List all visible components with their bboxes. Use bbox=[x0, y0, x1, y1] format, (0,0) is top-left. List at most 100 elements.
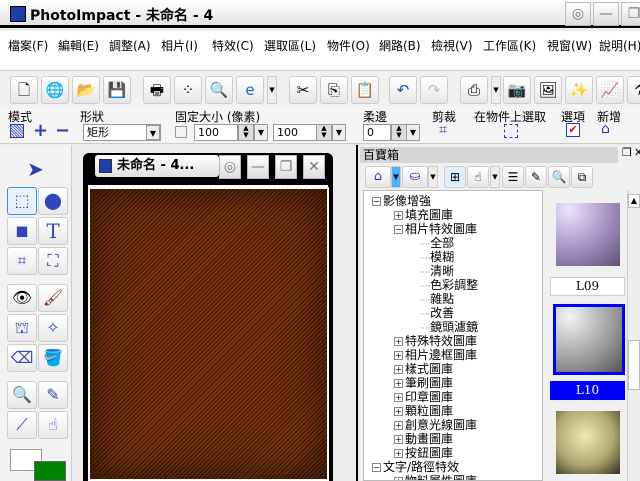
expand-icon[interactable]: + bbox=[394, 337, 403, 346]
print-icon[interactable]: 🖶 bbox=[143, 76, 171, 104]
window-icon[interactable]: ⧉ bbox=[571, 166, 593, 188]
gallery-icon[interactable]: ⌂ bbox=[365, 166, 391, 188]
expand-icon[interactable]: + bbox=[394, 477, 403, 480]
panel-close-icon[interactable]: ✕ bbox=[634, 146, 640, 159]
tree-item[interactable]: ····改善 bbox=[420, 306, 454, 320]
collapse-icon[interactable]: − bbox=[372, 197, 381, 206]
collapse-icon[interactable]: − bbox=[394, 225, 403, 234]
scanner-dropdown-icon[interactable]: ▼ bbox=[491, 76, 501, 104]
browser-dropdown-icon[interactable]: ▼ bbox=[267, 76, 277, 104]
mode-new-icon[interactable] bbox=[10, 124, 24, 138]
expand-icon[interactable]: + bbox=[394, 407, 403, 416]
width-input[interactable]: 100 bbox=[194, 124, 238, 141]
eyedropper-icon[interactable]: ✎ bbox=[38, 381, 68, 409]
thumbnail-l09[interactable] bbox=[556, 203, 620, 266]
tree-item[interactable]: + 動畫圖庫 bbox=[394, 432, 453, 446]
retouch-tool-icon[interactable]: ✧ bbox=[38, 314, 68, 342]
doc-minimize-button[interactable]: — bbox=[247, 155, 269, 179]
expand-icon[interactable]: + bbox=[394, 449, 403, 458]
width-dropdown[interactable]: ▼ bbox=[254, 124, 268, 141]
edit-gallery-icon[interactable]: ✎ bbox=[525, 166, 547, 188]
text-tool-icon[interactable]: T bbox=[38, 217, 68, 245]
doc-close-button[interactable]: ✕ bbox=[303, 155, 325, 179]
tree-item[interactable]: + 相片邊框圖庫 bbox=[394, 348, 477, 362]
fill-bucket-icon[interactable]: 🪣 bbox=[38, 344, 68, 372]
expand-icon[interactable]: + bbox=[394, 365, 403, 374]
eraser-tool-icon[interactable]: ⌫ bbox=[7, 344, 37, 372]
shape-tool-icon[interactable]: ◼ bbox=[7, 217, 37, 245]
doc-restore-button[interactable]: ❐ bbox=[275, 155, 297, 179]
properties-icon[interactable]: ☰ bbox=[502, 166, 524, 188]
tree-item[interactable]: + 顆粒圖庫 bbox=[394, 404, 453, 418]
height-dropdown[interactable]: ▼ bbox=[332, 124, 346, 141]
cut-icon[interactable]: ✂ bbox=[289, 76, 317, 104]
search-icon[interactable]: 🔍 bbox=[548, 166, 570, 188]
crop-icon[interactable]: ⌗ bbox=[439, 122, 447, 138]
expand-icon[interactable]: + bbox=[394, 351, 403, 360]
tree-item[interactable]: + 特殊特效圖庫 bbox=[394, 334, 477, 348]
scroll-up-icon[interactable]: ▲ bbox=[628, 194, 640, 208]
expand-icon[interactable]: + bbox=[394, 421, 403, 430]
new-web-icon[interactable]: 🌐 bbox=[41, 76, 69, 104]
zoom-tool-icon[interactable]: 🔍 bbox=[7, 381, 37, 409]
apply-hand-icon[interactable]: ☝ bbox=[467, 166, 489, 188]
menu-edit[interactable]: 編輯(E) bbox=[58, 37, 99, 54]
library-icon[interactable]: ⛀ bbox=[402, 166, 428, 188]
tree-item[interactable]: +物料屬性圖庫 bbox=[394, 474, 477, 480]
menu-file[interactable]: 檔案(F) bbox=[8, 37, 48, 54]
soft-edge-spinner[interactable]: ▲ ▼ bbox=[391, 124, 407, 141]
gallery-dropdown-icon[interactable]: ▼ bbox=[391, 166, 401, 188]
scroll-thumb[interactable] bbox=[628, 340, 640, 390]
redo-icon[interactable]: ↷ bbox=[420, 76, 448, 104]
tree-item[interactable]: ····雜點 bbox=[420, 292, 454, 306]
tree-item[interactable]: − 文字/路徑特效 bbox=[372, 460, 459, 474]
width-spinner[interactable]: ▲ ▼ bbox=[238, 124, 254, 141]
height-spinner[interactable]: ▲ ▼ bbox=[316, 124, 332, 141]
expand-icon[interactable]: + bbox=[394, 435, 403, 444]
menu-adjust[interactable]: 調整(A) bbox=[109, 37, 151, 54]
tree-item[interactable]: + 樣式圖庫 bbox=[394, 362, 453, 376]
library-dropdown-icon[interactable]: ▼ bbox=[428, 166, 438, 188]
soft-edge-input[interactable]: 0 bbox=[363, 124, 391, 141]
print-multiple-icon[interactable]: ⁘ bbox=[174, 76, 202, 104]
menu-workspace[interactable]: 工作區(K) bbox=[483, 37, 536, 54]
expand-icon[interactable]: + bbox=[394, 211, 403, 220]
image-magic-icon[interactable]: ✨ bbox=[565, 76, 593, 104]
chevron-down-icon[interactable]: ▼ bbox=[146, 125, 160, 140]
tree-item[interactable]: ····模糊 bbox=[420, 250, 454, 264]
thumbnail-next[interactable] bbox=[556, 411, 620, 474]
menu-window[interactable]: 視窗(W) bbox=[547, 37, 592, 54]
panel-float-icon[interactable]: ❐ bbox=[622, 146, 632, 159]
document-title-tab[interactable]: 未命名 - 4... bbox=[95, 155, 219, 177]
expand-icon[interactable]: + bbox=[394, 379, 403, 388]
menu-web[interactable]: 網路(B) bbox=[379, 37, 421, 54]
more-tool-icon[interactable]: ⚗ bbox=[627, 76, 640, 104]
options-check-icon[interactable]: ✔ bbox=[566, 123, 580, 137]
tree-item[interactable]: ····清晰 bbox=[420, 264, 454, 278]
undo-icon[interactable]: ↶ bbox=[389, 76, 417, 104]
menu-view[interactable]: 檢視(V) bbox=[431, 37, 473, 54]
browser-preview-icon[interactable]: e bbox=[236, 76, 264, 104]
new-selection-icon[interactable]: ⌂ bbox=[601, 121, 610, 137]
doc-help-icon[interactable]: ◎ bbox=[219, 155, 241, 179]
transform-tool-icon[interactable]: ⛶ bbox=[38, 247, 68, 275]
path-edit-icon[interactable]: ⟋ bbox=[7, 411, 37, 439]
image-export-icon[interactable]: 🖼 bbox=[534, 76, 562, 104]
select-object-icon[interactable] bbox=[504, 124, 518, 138]
expand-icon[interactable]: + bbox=[394, 393, 403, 402]
copy-icon[interactable]: ⎘ bbox=[320, 76, 348, 104]
thumbnail-scrollbar[interactable]: ▲ bbox=[627, 190, 640, 481]
mode-subtract-icon[interactable]: − bbox=[55, 120, 70, 141]
combine-object-icon[interactable]: ⬤ bbox=[38, 187, 68, 215]
tree-view-icon[interactable]: ⊞ bbox=[444, 166, 466, 188]
tree-item[interactable]: + 創意光線圖庫 bbox=[394, 418, 477, 432]
height-input[interactable]: 100 bbox=[273, 124, 317, 141]
tree-item[interactable]: ····鏡頭濾鏡 bbox=[420, 320, 478, 334]
scanner-icon[interactable]: ⎙ bbox=[460, 76, 488, 104]
menu-selection[interactable]: 選取區(L) bbox=[264, 37, 316, 54]
menu-object[interactable]: 物件(O) bbox=[327, 37, 370, 54]
menu-effect[interactable]: 特效(C) bbox=[212, 37, 254, 54]
tree-item[interactable]: + 按鈕圖庫 bbox=[394, 446, 453, 460]
open-folder-icon[interactable]: 📂 bbox=[72, 76, 100, 104]
histogram-icon[interactable]: 📈 bbox=[596, 76, 624, 104]
